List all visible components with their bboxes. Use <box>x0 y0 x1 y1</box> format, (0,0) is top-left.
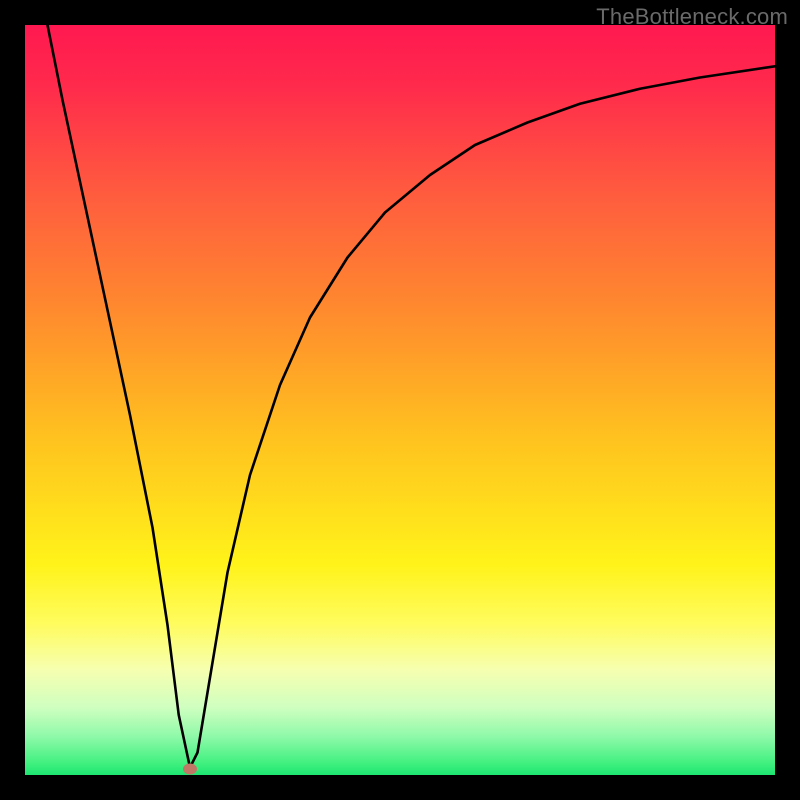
chart-frame <box>25 25 775 775</box>
watermark-text: TheBottleneck.com <box>596 4 788 30</box>
gradient-background <box>25 25 775 775</box>
plot-svg <box>25 25 775 775</box>
optimal-point-marker <box>183 764 197 775</box>
